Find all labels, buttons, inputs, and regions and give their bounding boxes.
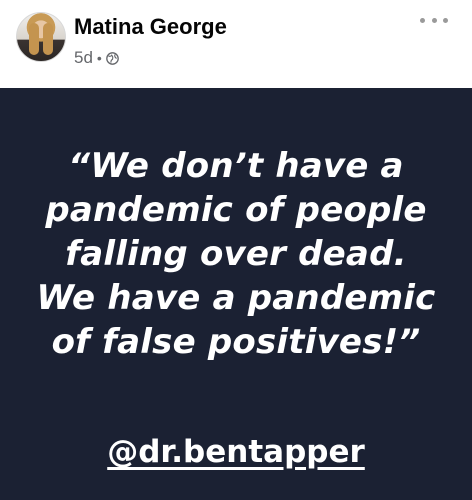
post-meta: 5d •: [74, 48, 119, 68]
more-horizontal-icon: [431, 17, 437, 23]
quote-line: pandemic of people: [45, 190, 427, 230]
more-options-button[interactable]: [420, 10, 448, 30]
post-image[interactable]: “We don’t have a pandemic of people fall…: [0, 88, 472, 500]
post-header: Matina George 5d •: [0, 0, 472, 88]
avatar-hair: [43, 23, 53, 55]
post-timestamp[interactable]: 5d: [74, 48, 93, 68]
more-horizontal-icon: [443, 17, 448, 23]
meta-separator: •: [96, 50, 102, 66]
globe-icon[interactable]: [105, 51, 119, 65]
quote-line: “We don’t have a: [68, 146, 404, 186]
quote-line: falling over dead.: [65, 234, 407, 274]
author-name[interactable]: Matina George: [74, 14, 227, 40]
quote-line: We have a pandemic: [36, 278, 436, 318]
avatar-hair: [29, 23, 39, 55]
more-horizontal-icon: [420, 17, 425, 23]
quote-line: of false positives!”: [51, 322, 421, 362]
author-avatar[interactable]: [16, 12, 66, 62]
source-handle: @dr.bentapper: [107, 434, 365, 470]
quote-text: “We don’t have a pandemic of people fall…: [0, 144, 472, 364]
